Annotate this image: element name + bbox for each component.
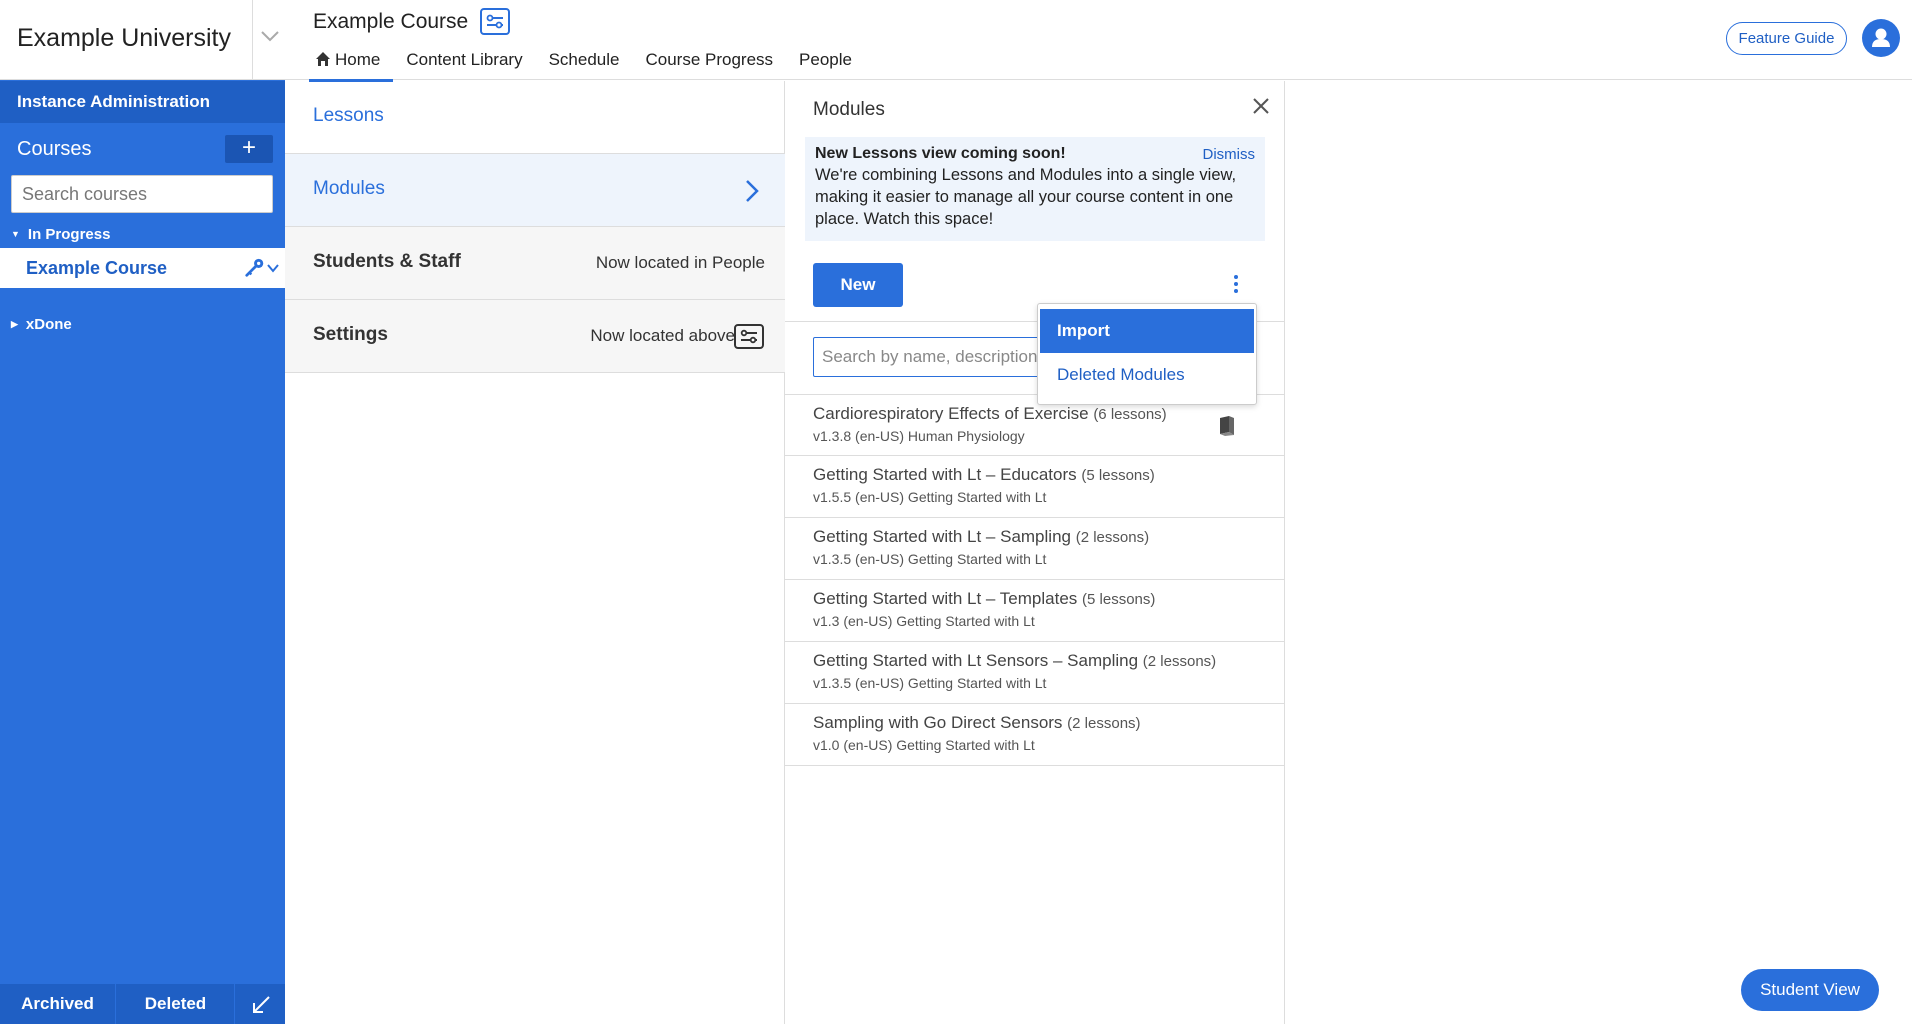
module-name: Getting Started with Lt Sensors – Sampli… xyxy=(813,651,1139,670)
module-name: Getting Started with Lt – Templates xyxy=(813,589,1078,608)
sidebar: Example University Instance Administrati… xyxy=(0,0,285,1024)
group-in-progress[interactable]: ▼ In Progress xyxy=(11,226,110,243)
menu-item-label: Settings xyxy=(313,324,388,345)
caret-down-icon: ▼ xyxy=(11,229,20,239)
course-item-example-course[interactable]: Example Course xyxy=(0,248,285,288)
module-meta: v1.3.8 (en-US) Human Physiology xyxy=(813,428,1025,444)
course-settings-menu: Lessons Modules Students & Staff Now loc… xyxy=(285,81,785,1024)
menu-item-lessons[interactable]: Lessons xyxy=(285,81,785,154)
lesson-count: (5 lessons) xyxy=(1081,467,1155,484)
tab-people[interactable]: People xyxy=(786,48,865,82)
user-icon xyxy=(1872,28,1890,47)
module-title: Cardiorespiratory Effects of Exercise (6… xyxy=(813,404,1257,424)
group-label: In Progress xyxy=(27,226,111,243)
arrow-collapse-icon xyxy=(252,996,270,1013)
module-name: Getting Started with Lt – Educators xyxy=(813,465,1077,484)
tab-course-progress[interactable]: Course Progress xyxy=(632,48,786,82)
deleted-button[interactable]: Deleted xyxy=(117,984,235,1024)
lesson-count: (2 lessons) xyxy=(1075,529,1150,546)
sidebar-footer: Archived Deleted xyxy=(0,984,285,1024)
new-module-button[interactable]: New xyxy=(813,263,903,307)
menu-item-students-staff[interactable]: Students & Staff Now located in People xyxy=(285,227,785,300)
module-title: Getting Started with Lt Sensors – Sampli… xyxy=(813,651,1257,671)
sliders-icon xyxy=(734,324,764,349)
menu-item-note: Now located above xyxy=(590,326,735,345)
module-title: Getting Started with Lt – Templates (5 l… xyxy=(813,589,1257,609)
lesson-count: (2 lessons) xyxy=(1142,653,1217,670)
module-list: Cardiorespiratory Effects of Exercise (6… xyxy=(785,394,1285,766)
module-item[interactable]: Getting Started with Lt – Sampling (2 le… xyxy=(785,518,1285,580)
menu-item-deleted-modules[interactable]: Deleted Modules xyxy=(1040,353,1254,397)
home-icon xyxy=(316,52,330,66)
key-icon[interactable] xyxy=(244,257,266,279)
module-item[interactable]: Getting Started with Lt Sensors – Sampli… xyxy=(785,642,1285,704)
chevron-down-icon[interactable] xyxy=(266,261,280,275)
module-title: Getting Started with Lt – Educators (5 l… xyxy=(813,465,1257,485)
panel-title: Modules xyxy=(813,99,885,120)
more-actions-menu: Import Deleted Modules xyxy=(1037,303,1257,405)
close-icon[interactable] xyxy=(1249,94,1273,118)
menu-item-label: Students & Staff xyxy=(313,251,461,272)
chevron-right-icon xyxy=(746,180,759,202)
module-item[interactable]: Getting Started with Lt – Educators (5 l… xyxy=(785,456,1285,518)
module-name: Sampling with Go Direct Sensors xyxy=(813,713,1063,732)
course-nav-tabs: Home Content Library Schedule Course Pro… xyxy=(309,48,865,82)
menu-item-modules[interactable]: Modules xyxy=(285,154,785,227)
module-meta: v1.3.5 (en-US) Getting Started with Lt xyxy=(813,551,1047,567)
book-icon xyxy=(1220,416,1234,436)
course-item-label: Example Course xyxy=(26,258,168,278)
group-xdone[interactable]: ▶ xDone xyxy=(11,316,72,333)
lesson-count: (5 lessons) xyxy=(1082,591,1156,608)
module-title: Sampling with Go Direct Sensors (2 lesso… xyxy=(813,713,1257,733)
menu-item-import[interactable]: Import xyxy=(1040,309,1254,353)
student-view-button[interactable]: Student View xyxy=(1741,969,1879,1011)
menu-item-settings[interactable]: Settings Now located above xyxy=(285,300,785,373)
notice-banner: New Lessons view coming soon! We're comb… xyxy=(805,137,1265,241)
module-name: Getting Started with Lt – Sampling xyxy=(813,527,1071,546)
module-title: Getting Started with Lt – Sampling (2 le… xyxy=(813,527,1257,547)
sliders-icon xyxy=(486,14,503,29)
org-switcher[interactable]: Example University xyxy=(0,0,285,80)
module-meta: v1.3.5 (en-US) Getting Started with Lt xyxy=(813,675,1047,691)
caret-right-icon: ▶ xyxy=(11,319,18,329)
module-name: Cardiorespiratory Effects of Exercise xyxy=(813,404,1089,423)
module-item[interactable]: Sampling with Go Direct Sensors (2 lesso… xyxy=(785,704,1285,766)
collapse-sidebar-button[interactable] xyxy=(236,984,285,1024)
more-vertical-icon[interactable] xyxy=(1219,267,1253,301)
group-label: xDone xyxy=(25,316,72,333)
org-name: Example University xyxy=(17,24,231,52)
course-title: Example Course xyxy=(313,10,469,33)
course-header: Example Course Home Content Library Sche… xyxy=(285,0,1912,82)
courses-heading: Courses xyxy=(17,138,92,160)
org-divider xyxy=(252,0,253,80)
modules-panel: Modules New Lessons view coming soon! We… xyxy=(785,81,1285,1024)
course-search-input[interactable] xyxy=(11,175,273,213)
tab-schedule[interactable]: Schedule xyxy=(536,48,633,82)
instance-administration-link[interactable]: Instance Administration xyxy=(0,81,285,123)
tab-home[interactable]: Home xyxy=(309,48,394,82)
course-settings-button[interactable] xyxy=(480,8,510,35)
chevron-down-icon[interactable] xyxy=(258,24,282,48)
menu-item-label: Modules xyxy=(313,178,385,199)
module-meta: v1.5.5 (en-US) Getting Started with Lt xyxy=(813,489,1047,505)
notice-body: We're combining Lessons and Modules into… xyxy=(815,166,1237,228)
lesson-count: (6 lessons) xyxy=(1093,406,1167,423)
menu-item-label: Lessons xyxy=(313,105,384,126)
tab-label: Home xyxy=(335,50,381,69)
add-course-button[interactable]: + xyxy=(225,135,273,163)
notice-title: New Lessons view coming soon! xyxy=(815,145,1066,162)
dismiss-button[interactable]: Dismiss xyxy=(1203,146,1256,163)
feature-guide-button[interactable]: Feature Guide xyxy=(1726,22,1847,55)
menu-item-note: Now located in People xyxy=(595,253,765,272)
lesson-count: (2 lessons) xyxy=(1067,715,1141,732)
module-meta: v1.0 (en-US) Getting Started with Lt xyxy=(813,737,1035,753)
archived-button[interactable]: Archived xyxy=(0,984,116,1024)
module-item[interactable]: Getting Started with Lt – Templates (5 l… xyxy=(785,580,1285,642)
tab-content-library[interactable]: Content Library xyxy=(393,48,535,82)
module-meta: v1.3 (en-US) Getting Started with Lt xyxy=(813,613,1035,629)
avatar[interactable] xyxy=(1862,19,1900,57)
